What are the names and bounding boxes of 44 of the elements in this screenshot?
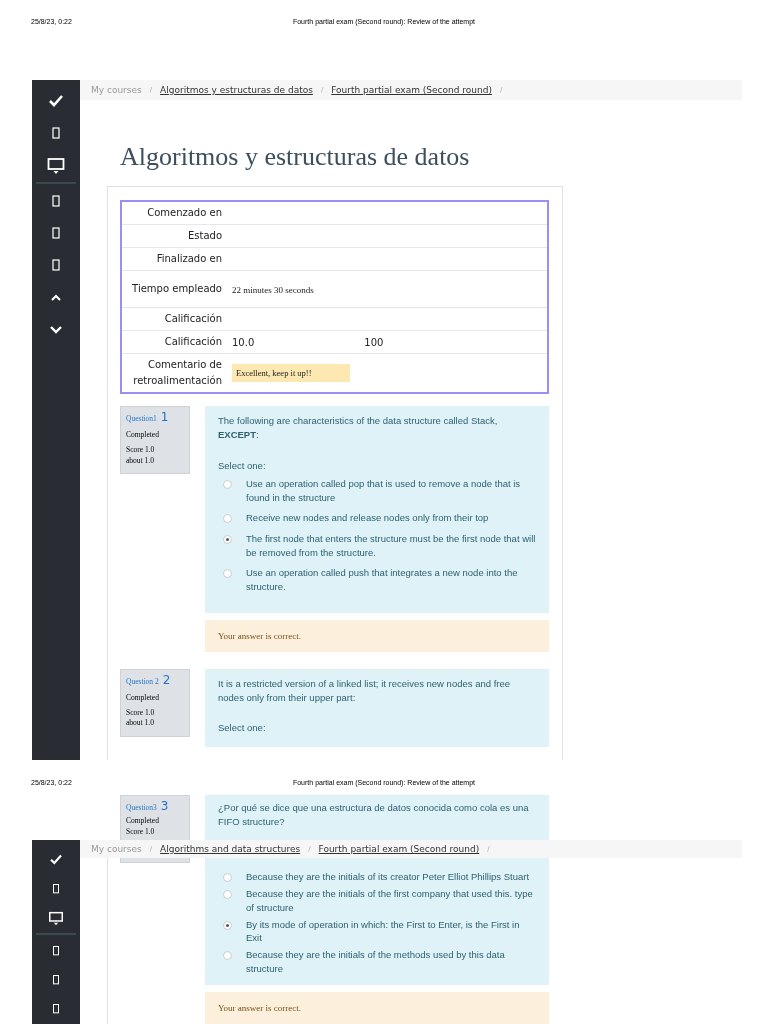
question-number: 1	[160, 410, 169, 424]
radio-button[interactable]	[223, 514, 232, 524]
question-text: The following are characteristics of the data structure called Stack, EXCEPT:	[218, 414, 499, 443]
question-text: It is a restricted version of a linked list; it receives new nodes and free nodes only from their upper part:	[218, 676, 511, 705]
radio-button[interactable]	[223, 872, 232, 882]
question-number: 3	[160, 799, 169, 813]
summary-value: 10.0	[232, 336, 255, 348]
breadcrumb-link[interactable]: Algorithms and data structures	[160, 843, 301, 854]
answer-option[interactable]: Use an operation called push that integrates a new node into the structure.	[246, 566, 536, 595]
summary-label: Comentario de retroalimentación	[133, 359, 222, 386]
summary-label: Calificación	[164, 336, 222, 347]
question-number: 2	[162, 672, 171, 687]
breadcrumb-link[interactable]: Fourth partial exam (Second round)	[331, 85, 492, 95]
answer-feedback: Your answer is correct.	[205, 992, 549, 1024]
answer-option[interactable]: Receive new nodes and release nodes only from their top	[246, 511, 536, 526]
summary-value: 22 minutes 30 seconds	[232, 284, 314, 295]
select-prompt: Select one:	[218, 721, 267, 735]
breadcrumb-link[interactable]: Fourth partial exam (Second round)	[318, 843, 480, 854]
summary-label: Calificación	[164, 313, 222, 324]
summary-label: Estado	[187, 230, 222, 241]
monitor-icon[interactable]	[47, 157, 65, 175]
answer-option[interactable]: Because they are the initials of the methods used by this data structure	[246, 948, 536, 975]
radio-button[interactable]	[223, 920, 232, 930]
radio-button[interactable]	[223, 479, 232, 489]
breadcrumb-link[interactable]: Algoritmos y estructuras de datos	[160, 85, 313, 95]
question-text: ¿Por qué se dice que una estructura de datos conocida como cola es una FIFO structure?	[218, 801, 530, 830]
summary-label: Tiempo empleado	[132, 283, 222, 294]
select-prompt: Select one:	[218, 458, 267, 473]
radio-button[interactable]	[223, 890, 232, 900]
radio-button[interactable]	[223, 951, 232, 961]
summary-label: Comenzado en	[147, 207, 222, 218]
answer-feedback: Your answer is correct.	[205, 619, 549, 652]
course-title: Algoritmos y estructuras de datos	[120, 142, 471, 173]
summary-value: 100	[364, 336, 384, 348]
answer-option[interactable]: Because they are the initials of the first company that used this. type of structure	[246, 887, 536, 914]
summary-label: Finalizado en	[156, 253, 222, 264]
radio-button[interactable]	[223, 534, 232, 544]
feedback-comment: Excellent, keep it up!!	[232, 364, 350, 382]
answer-option[interactable]: The first node that enters the structure must be the first node that will be removed from the structure.	[246, 531, 536, 560]
answer-option[interactable]: Use an operation called pop that is used to remove a node that is found in the structure	[246, 476, 536, 506]
radio-button[interactable]	[223, 569, 232, 578]
answer-option[interactable]: By its mode of operation in which: the First to Enter, is the First in Exit	[246, 917, 536, 945]
answer-option[interactable]: Because they are the initials of its creator Peter Elliot Phillips Stuart	[246, 869, 536, 884]
monitor-icon[interactable]	[47, 911, 65, 926]
